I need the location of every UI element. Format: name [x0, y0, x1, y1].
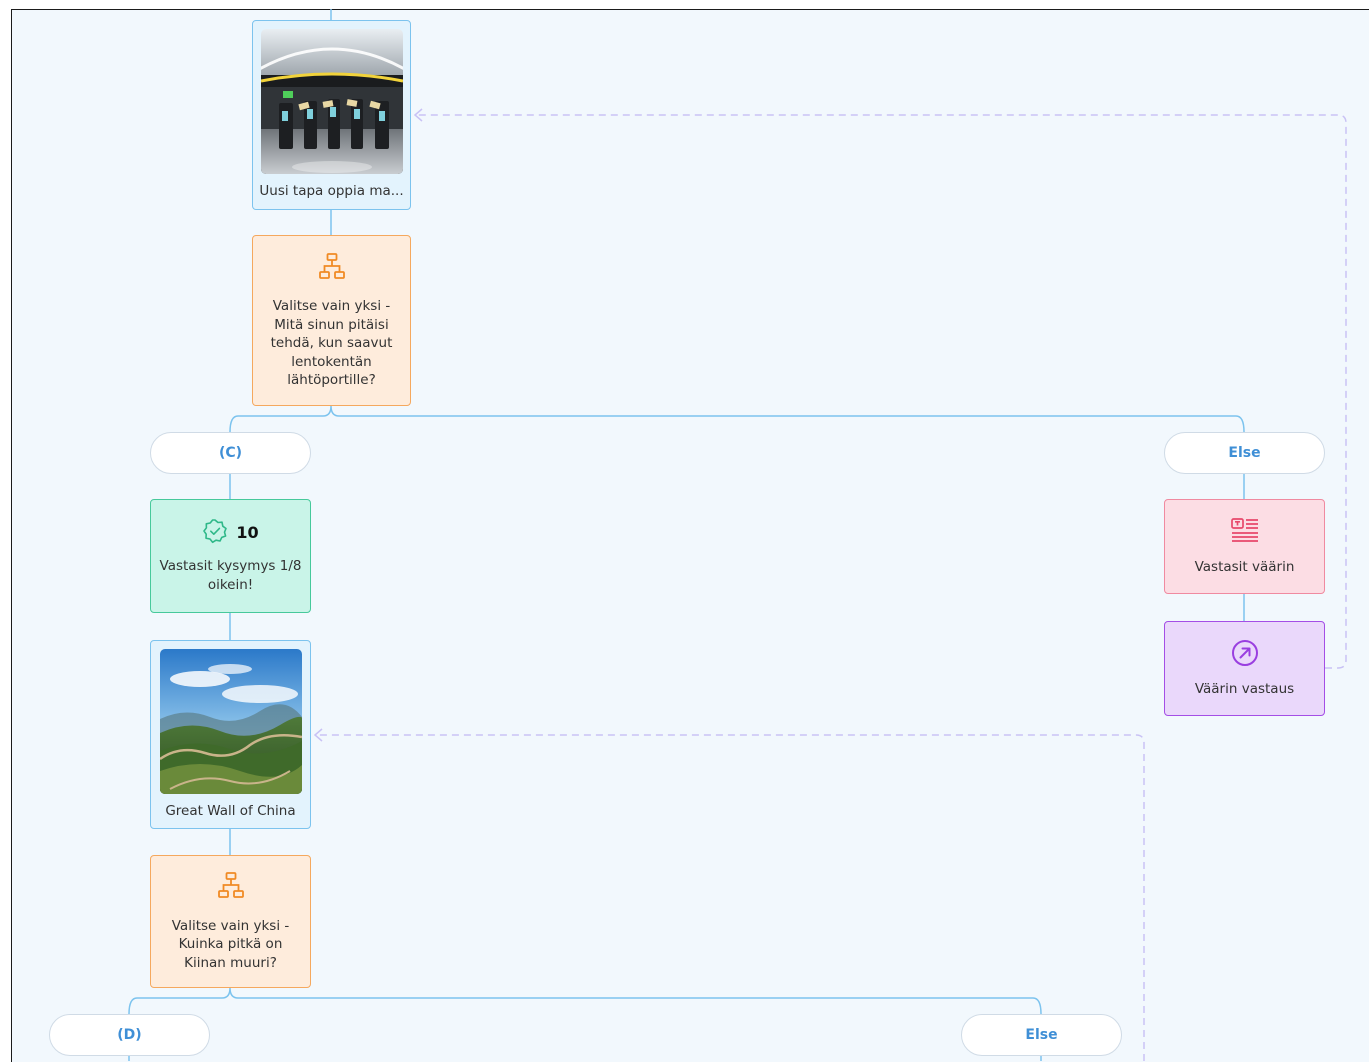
sitemap-icon — [318, 252, 346, 286]
branch-pill-else[interactable]: Else — [1164, 432, 1325, 474]
branch-pill-else[interactable]: Else — [961, 1014, 1122, 1056]
branch-pill-d[interactable]: (D) — [49, 1014, 210, 1056]
media-node-label: Uusi tapa oppia ma... — [259, 183, 404, 199]
media-node-label: Great Wall of China — [165, 803, 296, 819]
branch-pill-c[interactable]: (C) — [150, 432, 311, 474]
text-node-label: Vastasit väärin — [1194, 559, 1295, 575]
media-node-airport[interactable]: Uusi tapa oppia ma... — [252, 20, 411, 210]
text-block-icon — [1230, 517, 1260, 549]
great-wall-image — [159, 649, 302, 794]
media-node-great-wall[interactable]: Great Wall of China — [150, 640, 311, 829]
question-node-label: Valitse vain yksi - Kuinka pitkä on Kiin… — [171, 917, 290, 971]
question-node-gate[interactable]: Valitse vain yksi - Mitä sinun pitäisi t… — [252, 235, 411, 406]
jump-node-wrong-answer[interactable]: Väärin vastaus — [1164, 621, 1325, 716]
score-node[interactable]: 10 Vastasit kysymys 1/8 oikein! — [150, 499, 311, 613]
jump-node-label: Väärin vastaus — [1194, 681, 1295, 697]
airport-image — [260, 29, 403, 174]
score-points: 10 — [236, 523, 259, 543]
arrow-up-right-circle-icon — [1231, 639, 1259, 673]
question-node-great-wall[interactable]: Valitse vain yksi - Kuinka pitkä on Kiin… — [150, 855, 311, 988]
text-node-wrong[interactable]: Vastasit väärin — [1164, 499, 1325, 594]
score-node-label: Vastasit kysymys 1/8 oikein! — [159, 558, 302, 593]
badge-check-icon — [202, 518, 228, 550]
question-node-label: Valitse vain yksi - Mitä sinun pitäisi t… — [270, 298, 393, 388]
sitemap-icon — [217, 871, 245, 905]
